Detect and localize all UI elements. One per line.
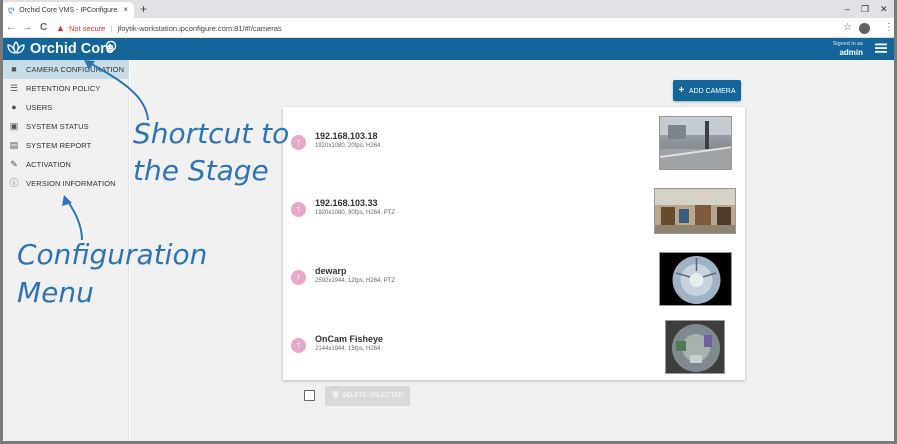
screenshot-border — [0, 0, 897, 444]
